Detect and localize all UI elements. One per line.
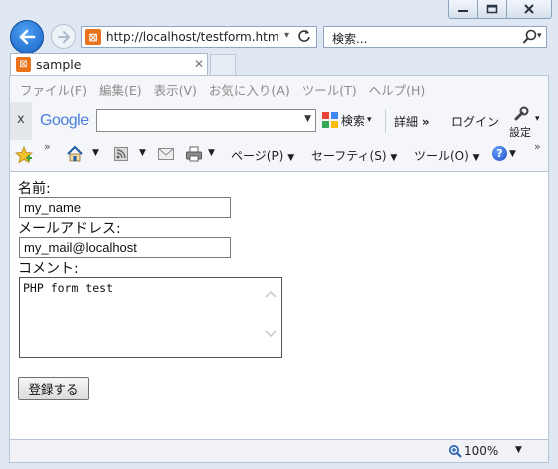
page-favicon-icon: ⊠ [85,29,101,45]
forward-button[interactable] [51,24,76,49]
help-menu[interactable]: ? ▼ [492,146,516,161]
name-input[interactable]: my_name [19,197,231,218]
minimize-icon [458,10,468,12]
address-url[interactable]: http://localhost/testform.htm [106,30,278,44]
double-chevron-icon: » [421,115,430,129]
google-logo: Google [40,112,89,129]
tools-menu[interactable]: ツール(O) ▼ [414,147,480,164]
comment-text: PHP form test [23,281,114,295]
safety-menu-label: セーフティ(S) [311,149,387,163]
google-search-icon [322,112,338,128]
status-bar: 100% ▼ [9,439,549,463]
maximize-icon [486,4,498,14]
google-toolbar-close-button[interactable]: x [17,112,25,127]
menu-favorites[interactable]: お気に入り(A) [209,80,290,100]
page-menu-label: ページ(P) [231,149,284,163]
back-button[interactable] [10,20,44,54]
submit-button[interactable]: 登録する [18,377,89,400]
close-window-button[interactable] [506,0,552,19]
browser-search-box[interactable]: 検索... ▾ [323,26,547,48]
help-dropdown-icon: ▼ [509,148,516,159]
comment-label: コメント: [18,261,79,277]
email-input[interactable]: my_mail@localhost [19,237,231,258]
google-details-button[interactable]: 詳細 » [394,113,430,130]
add-favorite-star-icon[interactable] [15,146,33,164]
tab-sample[interactable]: ⊠ sample ✕ [10,53,208,75]
help-icon: ? [492,146,507,161]
home-icon[interactable] [66,145,84,163]
wrench-icon [514,106,529,121]
print-icon[interactable] [185,145,203,163]
toolbar-divider [385,109,386,133]
page-menu[interactable]: ページ(P) ▼ [231,147,294,164]
google-search-button[interactable]: 検索 ▾ [321,111,372,129]
name-label: 名前: [18,181,51,197]
search-dropdown-icon[interactable]: ▾ [537,31,542,41]
details-label: 詳細 [394,115,419,129]
back-arrow-icon [19,29,36,45]
google-login-link[interactable]: ログイン [451,113,499,130]
tools-menu-label: ツール(O) [414,149,469,163]
search-icon[interactable] [522,29,538,48]
search-box-placeholder: 検索... [332,32,368,46]
page-content: 名前: my_name メールアドレス: my_mail@localhost コ… [9,172,549,439]
menu-file[interactable]: ファイル(F) [20,80,87,100]
zoom-dropdown-icon[interactable]: ▼ [515,445,522,455]
mail-icon[interactable] [158,148,174,160]
command-bar: » ▼ ▼ ▼ ページ(P) ▼ セーフティ(S) ▼ ツール(O) ▼ ? ▼… [10,140,548,168]
new-tab-button[interactable] [210,54,236,75]
menu-view[interactable]: 表示(V) [154,80,197,100]
close-icon [524,4,534,14]
menu-help[interactable]: ヘルプ(H) [369,80,426,100]
feeds-icon[interactable] [114,147,128,161]
forward-arrow-icon [57,30,70,43]
textarea-scroll-down-icon[interactable] [265,330,277,338]
tab-favicon-icon: ⊠ [16,57,31,72]
address-bar[interactable]: ⊠ http://localhost/testform.htm ▾ [81,26,317,48]
zoom-icon [449,445,462,458]
feeds-dropdown-icon[interactable]: ▼ [139,148,146,158]
menu-edit[interactable]: 編集(E) [99,80,142,100]
minimize-button[interactable] [448,0,478,19]
google-search-menu-icon[interactable]: ▾ [367,115,372,125]
google-search-dropdown-icon[interactable]: ▼ [304,114,311,124]
menu-tools[interactable]: ツール(T) [302,80,357,100]
tab-title: sample [36,57,82,72]
zoom-control[interactable]: 100% [448,444,498,458]
zoom-level: 100% [464,444,499,458]
refresh-icon[interactable] [297,28,311,47]
menu-bar: ファイル(F) 編集(E) 表示(V) お気に入り(A) ツール(T) ヘルプ(… [20,80,425,100]
command-bar-overflow-icon[interactable]: » [534,140,541,153]
google-search-label: 検索 [341,113,366,128]
google-settings-button[interactable]: 設定 ▾ [507,104,543,139]
settings-label: 設定 [509,126,531,139]
tab-close-icon[interactable]: ✕ [194,57,204,71]
google-search-input[interactable]: ▼ [96,109,316,132]
print-dropdown-icon[interactable]: ▼ [208,148,215,158]
email-label: メールアドレス: [18,221,121,237]
favorites-overflow-icon[interactable]: » [44,140,51,153]
safety-menu[interactable]: セーフティ(S) ▼ [311,147,397,164]
comment-textarea[interactable]: PHP form test [19,277,282,358]
home-dropdown-icon[interactable]: ▼ [92,148,99,158]
google-toolbar: x Google ▼ 検索 ▾ 詳細 » ログイン 設定 ▾ [10,102,548,140]
address-search-dropdown-icon[interactable]: ▾ [284,30,289,41]
settings-dropdown-icon[interactable]: ▾ [535,114,540,124]
textarea-scroll-up-icon[interactable] [265,290,277,298]
maximize-button[interactable] [477,0,507,19]
